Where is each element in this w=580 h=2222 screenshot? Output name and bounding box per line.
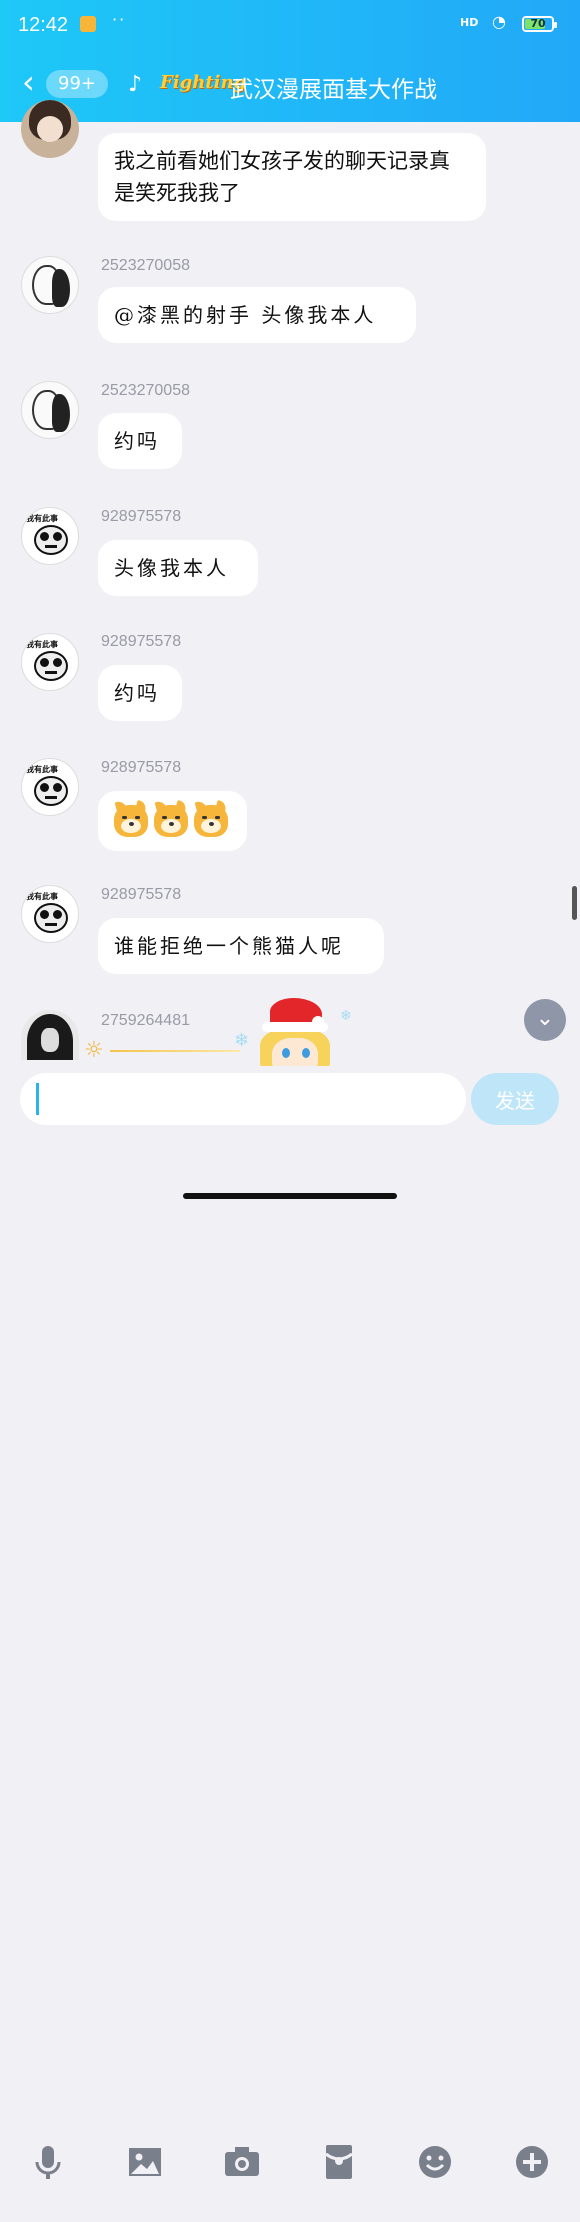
sender-id: 928975578 (101, 508, 182, 525)
sender-id: 928975578 (101, 759, 182, 776)
sender-id: 928975578 (101, 886, 182, 903)
panda-avatar[interactable]: 我有此事 (21, 633, 79, 691)
sender-id: 2759264481 (101, 1012, 190, 1029)
emoji-message-bubble[interactable] (98, 791, 247, 851)
scrollbar[interactable] (572, 886, 577, 920)
christmas-chibi-sticker (250, 998, 342, 1072)
bubble-frame-decoration: ☼ (84, 1038, 244, 1063)
message-bubble[interactable]: 我之前看她们女孩子发的聊天记录真是笑死我我了 (98, 133, 486, 221)
input-toolbar (0, 2142, 580, 2222)
dark-hair-avatar[interactable] (21, 1010, 79, 1060)
snowflake-icon: ❄ (234, 1030, 250, 1051)
more-notifications-icon: ·· (112, 10, 127, 29)
send-button[interactable]: 发送 (471, 1073, 559, 1125)
girl-avatar[interactable] (21, 100, 79, 158)
shiba-emoji-icon (114, 805, 148, 837)
emoji-icon[interactable] (415, 2142, 455, 2182)
sender-id: 2523270058 (101, 382, 190, 399)
panda-avatar[interactable]: 我有此事 (21, 885, 79, 943)
panda-avatar[interactable]: 我有此事 (21, 507, 79, 565)
camera-icon[interactable] (222, 2142, 262, 2182)
microphone-icon[interactable] (28, 2142, 68, 2182)
network-label: HD (460, 16, 479, 29)
notification-app-icon (80, 16, 96, 32)
group-title[interactable]: 武汉漫展面基大作战 (230, 70, 437, 104)
sender-id: 2523270058 (101, 257, 190, 274)
ear-icon[interactable]: ♪ (128, 72, 142, 97)
message-bubble[interactable]: 约吗 (98, 665, 182, 721)
text-caret (36, 1083, 39, 1115)
scroll-to-bottom-button[interactable]: ⌄ (524, 999, 566, 1041)
message-input[interactable] (20, 1073, 466, 1125)
shiba-emoji-icon (194, 805, 228, 837)
battery-level: 70 (530, 17, 546, 30)
sender-id: 928975578 (101, 633, 182, 650)
panda-avatar[interactable]: 我有此事 (21, 758, 79, 816)
sketch-avatar[interactable] (21, 256, 79, 314)
wifi-icon: ◔ (492, 12, 506, 31)
message-bubble[interactable]: 约吗 (98, 413, 182, 469)
message-bubble[interactable]: 头像我本人 (98, 540, 258, 596)
status-time: 12:42 (18, 14, 69, 36)
back-arrow-icon[interactable]: ‹ (22, 66, 35, 98)
red-packet-icon[interactable] (319, 2142, 359, 2182)
sketch-avatar[interactable] (21, 381, 79, 439)
composer-area: 发送 (0, 1066, 580, 2179)
sun-icon: ☼ (84, 1038, 104, 1063)
top-bar: 12:42 ·· HD ◔ 70 ‹ 99+ ♪ Fighting 武汉漫展面基… (0, 0, 580, 122)
home-indicator[interactable] (183, 1193, 397, 1199)
message-bubble[interactable]: 谁能拒绝一个熊猫人呢 (98, 918, 384, 974)
shiba-emoji-icon (154, 805, 188, 837)
plus-icon[interactable] (512, 2142, 552, 2182)
image-icon[interactable] (125, 2142, 165, 2182)
battery-icon: 70 (522, 16, 557, 32)
unread-count-badge[interactable]: 99+ (46, 70, 108, 98)
message-bubble[interactable]: @漆黑的射手 头像我本人 (98, 287, 416, 343)
